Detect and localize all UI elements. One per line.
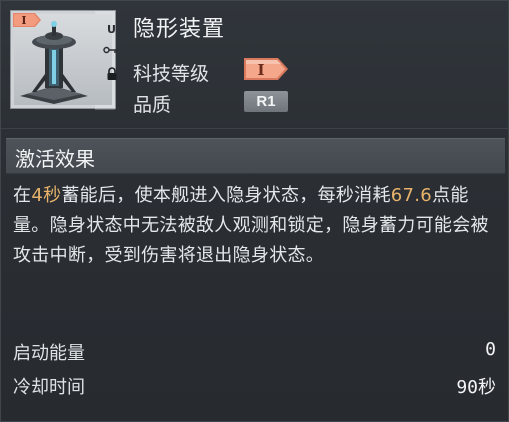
stat-label-startup-energy: 启动能量 xyxy=(13,343,85,364)
stat-value-cooldown: 90秒 xyxy=(456,377,496,398)
header-divider xyxy=(1,128,509,129)
stealth-device-icon xyxy=(14,14,112,105)
lock-icon xyxy=(107,67,117,80)
tech-level-label: 科技等级 xyxy=(133,63,210,85)
stat-label-cooldown: 冷却时间 xyxy=(13,377,85,398)
key-icon xyxy=(103,46,118,54)
item-tooltip-panel: U I 隐形装置 科技等级 I 品质 R1 激活效果 在4秒蓄能后，使本舰进入隐… xyxy=(0,0,509,422)
quality-label: 品质 xyxy=(133,94,172,116)
section-title: 激活效果 xyxy=(15,147,95,171)
side-letter: U xyxy=(107,23,116,36)
effect-description: 在4秒蓄能后，使本舰进入隐身状态，每秒消耗67.6点能量。隐身状态中无法被敌人观… xyxy=(13,181,499,271)
item-name: 隐形装置 xyxy=(133,17,226,42)
tier-badge-text: I xyxy=(21,14,26,27)
description-text: 在 xyxy=(13,185,32,206)
tech-level-value: I xyxy=(257,61,264,79)
highlight-value: 4秒 xyxy=(31,185,62,206)
tech-level-badge: I xyxy=(244,58,288,80)
description-text: 蓄能后，使本舰进入隐身状态，每秒消耗 xyxy=(61,185,391,206)
stat-value-startup-energy: 0 xyxy=(485,339,496,360)
highlight-value: 67.6 xyxy=(390,185,433,206)
quality-badge: R1 xyxy=(244,91,288,112)
tier-badge: I xyxy=(13,13,41,27)
section-header: 激活效果 xyxy=(6,138,505,174)
